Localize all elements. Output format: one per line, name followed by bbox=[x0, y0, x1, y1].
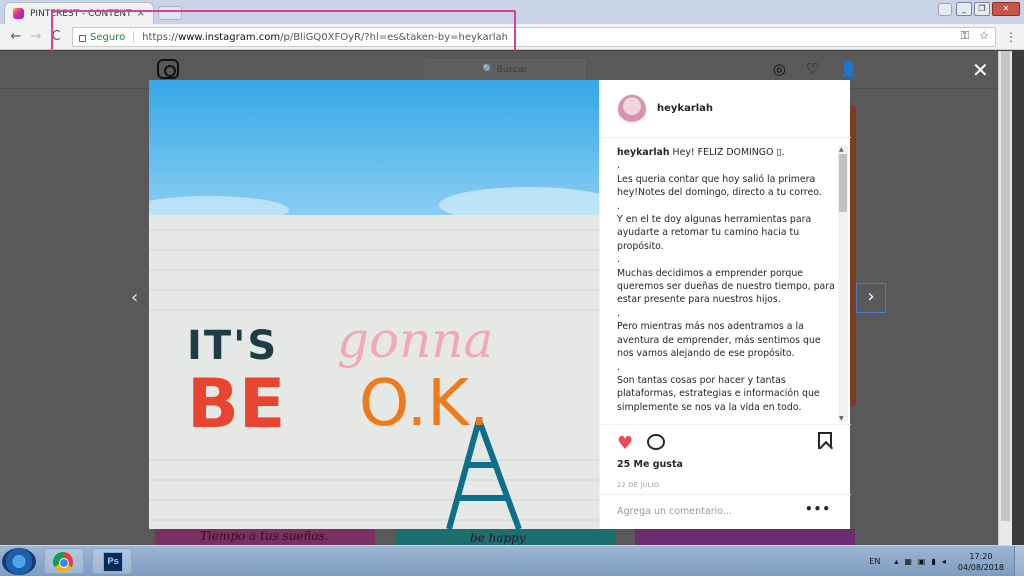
lock-icon bbox=[79, 34, 86, 42]
post-details-panel: heykarlah heykarlah Hey! FELIZ DOMINGO ▯… bbox=[599, 80, 851, 529]
caption-line: Muchas decidimos a emprender porque quer… bbox=[617, 267, 835, 306]
language-indicator[interactable]: EN bbox=[869, 557, 880, 566]
post-caption: heykarlah Hey! FELIZ DOMINGO ▯. . Les qu… bbox=[617, 146, 837, 418]
divider bbox=[133, 31, 135, 43]
like-heart-icon[interactable]: ♥ bbox=[617, 433, 633, 454]
close-modal-icon[interactable]: ✕ bbox=[972, 58, 989, 82]
volume-icon[interactable]: ◂ bbox=[942, 557, 946, 566]
comment-row: Agrega un comentario... ••• bbox=[600, 494, 851, 529]
windows-taskbar: Ps EN ▴ ▦ ▣ ▮ ◂ 17:20 04/08/2018 bbox=[0, 545, 1024, 576]
caption-line: Pero mientras más nos adentramos a la av… bbox=[617, 321, 821, 360]
likes-count[interactable]: 25 Me gusta bbox=[617, 459, 683, 470]
screen: PINTEREST - CONTENT × _ ❐ ✕ ← → C Seguro… bbox=[0, 0, 1024, 576]
caption-line: . bbox=[617, 160, 620, 172]
background-post-tile bbox=[635, 529, 855, 545]
caption-line: Son tantas cosas por hacer y tantas plat… bbox=[617, 374, 820, 413]
caption-first-line: heykarlah Hey! FELIZ DOMINGO ▯. bbox=[617, 146, 837, 159]
caption-line: . bbox=[617, 361, 620, 373]
clock-time: 17:20 bbox=[969, 551, 993, 561]
url-path: /p/BliGQ0XFOyR/?hl=es&taken-by=heykarlah bbox=[280, 31, 508, 43]
power-icon[interactable]: ▣ bbox=[918, 557, 926, 566]
bookmark-star-icon[interactable]: ☆ bbox=[979, 29, 989, 43]
profile-button[interactable] bbox=[938, 3, 952, 16]
instagram-favicon-icon bbox=[13, 8, 24, 19]
avatar[interactable] bbox=[617, 93, 647, 124]
save-bookmark-icon[interactable] bbox=[818, 432, 832, 449]
clock[interactable]: 17:20 04/08/2018 bbox=[958, 551, 1004, 573]
caption-username[interactable]: heykarlah bbox=[617, 147, 670, 158]
caption-scrollbar-thumb[interactable] bbox=[839, 154, 847, 212]
background-post-text: Tiempo a tus sueños. bbox=[200, 529, 329, 543]
profile-icon[interactable]: 👤 bbox=[839, 60, 858, 78]
reload-button[interactable]: C bbox=[46, 29, 66, 44]
maximize-button[interactable]: ❐ bbox=[974, 2, 990, 16]
sign-text-its: IT'S bbox=[187, 323, 279, 369]
new-tab-button[interactable] bbox=[158, 6, 182, 20]
chrome-icon bbox=[53, 552, 73, 572]
network-icon[interactable]: ▦ bbox=[904, 557, 912, 566]
instagram-nav: ◎ ♡ 👤 bbox=[773, 60, 858, 78]
url-scheme: https:// bbox=[142, 31, 179, 43]
previous-post-icon[interactable]: ‹ bbox=[131, 287, 138, 308]
post-date: 22 DE JULIO bbox=[617, 481, 660, 489]
caption-line: Y en el te doy algunas herramientas para… bbox=[617, 214, 812, 252]
secure-label: Seguro bbox=[90, 31, 126, 43]
next-post-icon[interactable]: › bbox=[856, 283, 886, 313]
caption-scrollbar[interactable]: ▲ ▼ bbox=[838, 146, 848, 422]
caption-line: . bbox=[617, 307, 620, 319]
neon-sign: IT'S gonna BE O.K. bbox=[187, 311, 547, 444]
post-image[interactable]: IT'S gonna BE O.K. bbox=[149, 80, 599, 529]
comment-input[interactable]: Agrega un comentario... bbox=[617, 506, 732, 517]
key-icon[interactable]: ⚿ bbox=[961, 29, 969, 43]
omnibox-icons: ⚿ ☆ bbox=[961, 29, 989, 43]
post-header: heykarlah bbox=[600, 80, 851, 138]
search-input[interactable]: 🔍 Buscar bbox=[425, 59, 585, 81]
close-window-button[interactable]: ✕ bbox=[992, 2, 1020, 16]
minimize-button[interactable]: _ bbox=[956, 2, 972, 16]
compass-icon[interactable]: ◎ bbox=[773, 60, 786, 78]
address-bar[interactable]: Seguro https://www.instagram.com/p/BliGQ… bbox=[72, 27, 996, 47]
tab-close-icon[interactable]: × bbox=[137, 8, 145, 19]
background-post-tile bbox=[850, 106, 856, 406]
activity-heart-icon[interactable]: ♡ bbox=[806, 60, 819, 78]
sign-text-gonna: gonna bbox=[337, 311, 494, 369]
back-button[interactable]: ← bbox=[6, 29, 26, 44]
caption-line: . bbox=[617, 200, 620, 212]
tray-arrow-icon[interactable]: ▴ bbox=[894, 557, 898, 566]
page-scrollbar[interactable] bbox=[998, 51, 1012, 545]
post-image-graphic bbox=[149, 80, 599, 529]
sign-text-ok: O.K. bbox=[359, 367, 490, 441]
signal-icon[interactable]: ▮ bbox=[931, 557, 935, 566]
photoshop-icon: Ps bbox=[103, 552, 123, 572]
start-button[interactable] bbox=[2, 548, 36, 575]
post-modal: IT'S gonna BE O.K. heykarlah heykarlah H… bbox=[149, 80, 851, 529]
scrollbar-thumb[interactable] bbox=[1001, 51, 1010, 521]
taskbar-chrome-button[interactable] bbox=[44, 548, 84, 574]
more-options-icon[interactable]: ••• bbox=[805, 502, 831, 516]
instagram-logo-icon[interactable] bbox=[157, 59, 179, 79]
show-desktop-button[interactable] bbox=[1014, 546, 1024, 576]
scroll-up-arrow-icon[interactable]: ▲ bbox=[839, 146, 844, 153]
system-tray: EN ▴ ▦ ▣ ▮ ◂ 17:20 04/08/2018 bbox=[869, 546, 1024, 576]
browser-tabstrip: PINTEREST - CONTENT × _ ❐ ✕ bbox=[0, 0, 1024, 24]
browser-toolbar: ← → C Seguro https://www.instagram.com/p… bbox=[0, 24, 1024, 50]
browser-tab[interactable]: PINTEREST - CONTENT × bbox=[4, 2, 154, 24]
clock-date: 04/08/2018 bbox=[957, 562, 1004, 572]
caption-line: Les queria contar que hoy salió la prime… bbox=[617, 173, 822, 199]
tab-title: PINTEREST - CONTENT bbox=[30, 8, 132, 19]
forward-button[interactable]: → bbox=[26, 29, 46, 44]
sign-text-be: BE bbox=[187, 365, 286, 444]
caption-intro: Hey! FELIZ DOMINGO ▯. bbox=[672, 147, 785, 158]
comment-icon[interactable] bbox=[647, 434, 665, 450]
url-text: https://www.instagram.com/p/BliGQ0XFOyR/… bbox=[142, 32, 508, 43]
browser-menu-icon[interactable]: ⋮ bbox=[1005, 30, 1017, 44]
url-host: www.instagram.com bbox=[178, 31, 281, 43]
window-controls: _ ❐ ✕ bbox=[956, 2, 1020, 16]
post-username[interactable]: heykarlah bbox=[657, 103, 713, 114]
background-post-text: be happy bbox=[470, 531, 526, 545]
taskbar-photoshop-button[interactable]: Ps bbox=[92, 548, 132, 574]
caption-line: . bbox=[617, 254, 620, 266]
scroll-down-arrow-icon[interactable]: ▼ bbox=[839, 415, 844, 422]
